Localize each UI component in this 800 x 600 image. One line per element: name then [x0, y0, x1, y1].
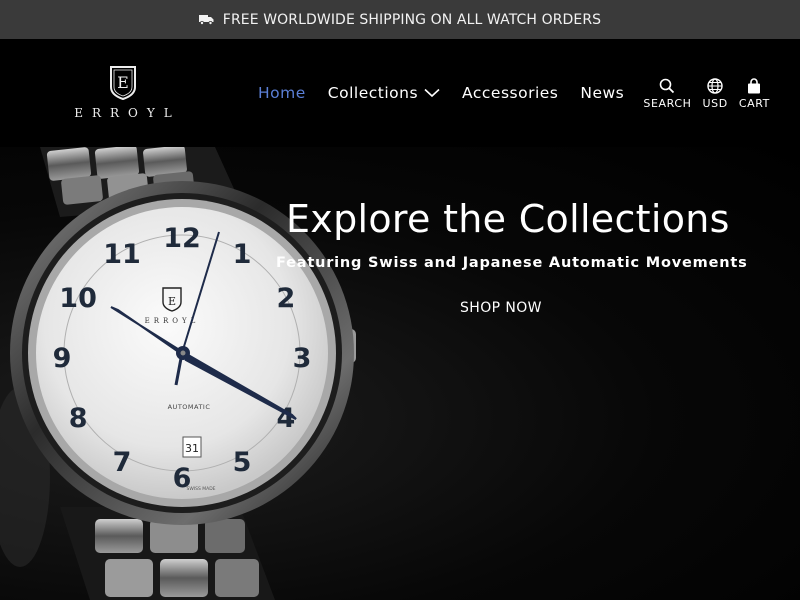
dial-numeral: 5 [233, 447, 252, 478]
bag-icon [747, 76, 761, 94]
nav-collections[interactable]: Collections [328, 84, 440, 102]
dial-numeral: 11 [103, 239, 141, 270]
date-window: 31 [185, 442, 199, 455]
announcement-text: FREE WORLDWIDE SHIPPING ON ALL WATCH ORD… [222, 11, 602, 28]
svg-text:E: E [117, 73, 129, 92]
globe-icon [707, 76, 723, 94]
chevron-down-icon [424, 88, 440, 98]
dial-numeral: 9 [53, 343, 72, 374]
nav-collections-label: Collections [327, 84, 419, 102]
hero-title: Explore the Collections [286, 197, 730, 241]
currency-label: USD [702, 97, 728, 110]
dial-numeral: 10 [59, 283, 97, 314]
nav-news[interactable]: News [580, 84, 624, 102]
logo-crest-icon: E [110, 66, 136, 101]
dial-numeral: 12 [163, 223, 201, 254]
announcement-bar: FREE WORLDWIDE SHIPPING ON ALL WATCH ORD… [0, 0, 800, 39]
shop-now-button[interactable]: SHOP NOW [452, 298, 550, 318]
dial-numeral: 2 [277, 283, 296, 314]
nav-home[interactable]: Home [258, 84, 306, 102]
truck-icon [198, 14, 214, 25]
dial-footer: SWISS MADE [186, 486, 215, 492]
header-tools: SEARCH USD CART [643, 76, 770, 110]
search-icon [659, 76, 675, 94]
brand-logo[interactable]: E ERROYL [58, 63, 188, 125]
hero-subtitle: Featuring Swiss and Japanese Automatic M… [276, 255, 748, 271]
cart-label: CART [738, 97, 770, 110]
hero-banner: 12 1 2 3 4 5 6 7 8 9 10 11 E ERROYL AUTOMATIC SWISS… [0, 147, 800, 600]
main-nav: Home Collections Accessories News [258, 84, 646, 102]
dial-numeral: 7 [113, 447, 132, 478]
dial-numeral: 8 [69, 403, 88, 434]
search-button[interactable]: SEARCH [643, 76, 691, 110]
dial-numeral: 1 [233, 239, 252, 270]
dial-numeral: 3 [293, 343, 312, 374]
currency-selector[interactable]: USD [703, 76, 728, 110]
nav-accessories[interactable]: Accessories [462, 84, 558, 102]
dial-logo-letter: E [168, 295, 176, 308]
dial-model: AUTOMATIC [168, 403, 211, 411]
search-label: SEARCH [643, 97, 692, 110]
cart-button[interactable]: CART [739, 76, 770, 110]
logo-wordmark: ERROYL [74, 106, 181, 120]
site-header: E ERROYL Home Collections Accessories Ne… [0, 39, 800, 147]
